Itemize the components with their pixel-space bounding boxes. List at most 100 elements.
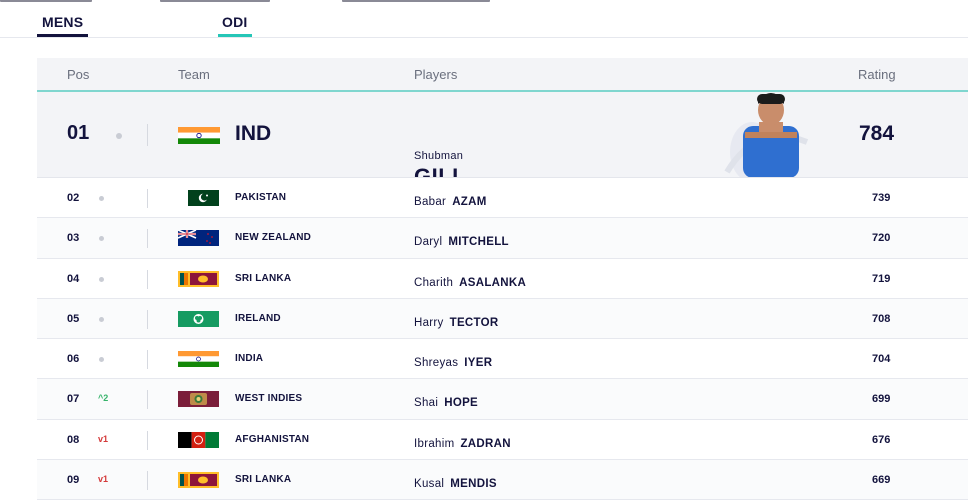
top-pos: 01 xyxy=(67,122,90,144)
row-player[interactable]: Harry TECTOR xyxy=(414,317,499,329)
top-team-abbr: IND xyxy=(235,122,272,145)
row-pos: 05 xyxy=(67,312,80,325)
tab-mens-label: MENS xyxy=(42,14,84,30)
row-player[interactable]: Ibrahim ZADRAN xyxy=(414,438,511,450)
row-team: SRI LANKA xyxy=(235,474,292,486)
header-pos: Pos xyxy=(67,67,90,82)
row-player-first: Charith xyxy=(414,276,454,289)
row-player-last: AZAM xyxy=(452,196,487,208)
table-row[interactable]: 02 PAKISTAN Babar AZAM 739 xyxy=(37,178,968,219)
row-pos: 09 xyxy=(67,474,80,487)
tab-odi-label: ODI xyxy=(222,14,248,30)
row-team: IRELAND xyxy=(235,312,281,324)
row-rating: 704 xyxy=(872,353,891,366)
tab-mens[interactable]: MENS xyxy=(37,14,89,37)
table-row[interactable]: 08 v1 AFGHANISTAN Ibrahim ZADRAN 676 xyxy=(37,419,968,461)
row-player-first: Shai xyxy=(414,397,439,410)
row-player[interactable]: Shai HOPE xyxy=(414,397,478,409)
rank-down-icon: v1 xyxy=(98,474,109,485)
row-player-first: Babar xyxy=(414,196,447,208)
table-header: Pos Team Players Rating xyxy=(37,58,968,92)
row-player-last: TECTOR xyxy=(449,316,499,329)
row-team: AFGHANISTAN xyxy=(235,433,310,445)
row-rating: 669 xyxy=(872,474,891,487)
row-player-last: MENDIS xyxy=(450,478,497,491)
row-team: WEST INDIES xyxy=(235,393,303,405)
table-row[interactable]: 05 IRELAND Harry TECTOR 708 xyxy=(37,298,968,340)
row-player-first: Kusal xyxy=(414,478,445,491)
pakistan-flag-icon xyxy=(178,190,219,206)
no-change-icon xyxy=(99,196,104,201)
table-row[interactable]: 04 SRI LANKA Charith ASALANKA 719 xyxy=(37,258,968,299)
divider xyxy=(147,430,148,450)
row-player-last: ASALANKA xyxy=(459,276,527,289)
row-player[interactable]: Charith ASALANKA xyxy=(414,277,526,289)
divider xyxy=(147,189,148,208)
sri-lanka-flag-icon xyxy=(178,270,219,287)
row-player-first: Shreyas xyxy=(414,357,459,370)
row-pos: 03 xyxy=(67,232,80,245)
india-flag-icon xyxy=(178,127,220,144)
table-row[interactable]: 06 INDIA Shreyas IYER 704 xyxy=(37,339,968,380)
row-player-last: HOPE xyxy=(444,397,479,410)
row-team: NEW ZEALAND xyxy=(235,232,312,244)
divider xyxy=(147,309,148,329)
row-rating: 708 xyxy=(872,312,891,325)
row-player-last: ZADRAN xyxy=(460,437,511,450)
top-rating: 784 xyxy=(859,122,895,145)
top-player-last-name: GILL xyxy=(414,164,467,178)
row-rating: 699 xyxy=(872,393,891,406)
row-player-first: Ibrahim xyxy=(414,437,455,450)
row-player-last: IYER xyxy=(464,357,493,370)
row-rating: 720 xyxy=(872,232,891,245)
india-flag-icon xyxy=(178,351,219,368)
row-team: PAKISTAN xyxy=(235,192,287,203)
tab-odi-underline xyxy=(218,34,252,37)
row-player-last: MITCHELL xyxy=(448,236,509,249)
player-photo xyxy=(697,92,817,177)
rank-up-icon: ^2 xyxy=(98,393,109,404)
header-players: Players xyxy=(414,67,458,82)
divider xyxy=(147,390,148,410)
row-team: INDIA xyxy=(235,353,264,365)
row-pos: 07 xyxy=(67,393,80,406)
header-team: Team xyxy=(178,67,210,82)
table-row[interactable]: 03 NEW ZEALAND Daryl MITCHELL 720 xyxy=(37,218,968,259)
row-pos: 08 xyxy=(67,433,80,446)
table-row[interactable]: 09 v1 SRI LANKA Kusal MENDIS 669 xyxy=(37,460,968,500)
divider xyxy=(147,269,148,289)
sri-lanka-flag-icon xyxy=(178,472,219,489)
west-indies-flag-icon xyxy=(178,391,219,408)
row-player-first: Daryl xyxy=(414,236,443,249)
header-rating: Rating xyxy=(858,67,896,82)
filter-tabs: MENS ODI xyxy=(0,0,968,38)
row-pos: 06 xyxy=(67,353,80,366)
row-rating: 719 xyxy=(872,272,891,285)
row-player[interactable]: Kusal MENDIS xyxy=(414,478,497,490)
top-player-first-name: Shubman xyxy=(414,150,464,162)
divider xyxy=(147,471,148,491)
row-pos: 04 xyxy=(67,272,80,285)
ireland-flag-icon xyxy=(178,310,219,327)
row-player[interactable]: Daryl MITCHELL xyxy=(414,236,509,248)
afghanistan-flag-icon xyxy=(178,431,219,448)
top-ranked-row[interactable]: 01 IND Shubman GILL 784 xyxy=(37,92,968,178)
row-player[interactable]: Babar AZAM xyxy=(414,196,487,208)
no-change-icon xyxy=(99,357,104,363)
row-team: SRI LANKA xyxy=(235,272,292,284)
no-change-icon xyxy=(99,236,104,242)
rankings-table: Pos Team Players Rating 01 IND Shubman G… xyxy=(37,58,968,500)
row-player[interactable]: Shreyas IYER xyxy=(414,357,492,369)
rank-down-icon: v1 xyxy=(98,433,109,444)
no-change-icon xyxy=(99,276,104,282)
divider xyxy=(147,350,148,370)
table-row[interactable]: 07 ^2 WEST INDIES Shai HOPE 699 xyxy=(37,379,968,420)
divider xyxy=(147,229,148,249)
no-change-icon xyxy=(116,133,122,139)
tab-odi[interactable]: ODI xyxy=(218,14,252,37)
row-rating: 676 xyxy=(872,433,891,446)
tab-mens-underline xyxy=(37,34,89,37)
row-rating: 739 xyxy=(872,192,891,204)
new-zealand-flag-icon xyxy=(178,230,219,247)
divider xyxy=(147,124,148,146)
